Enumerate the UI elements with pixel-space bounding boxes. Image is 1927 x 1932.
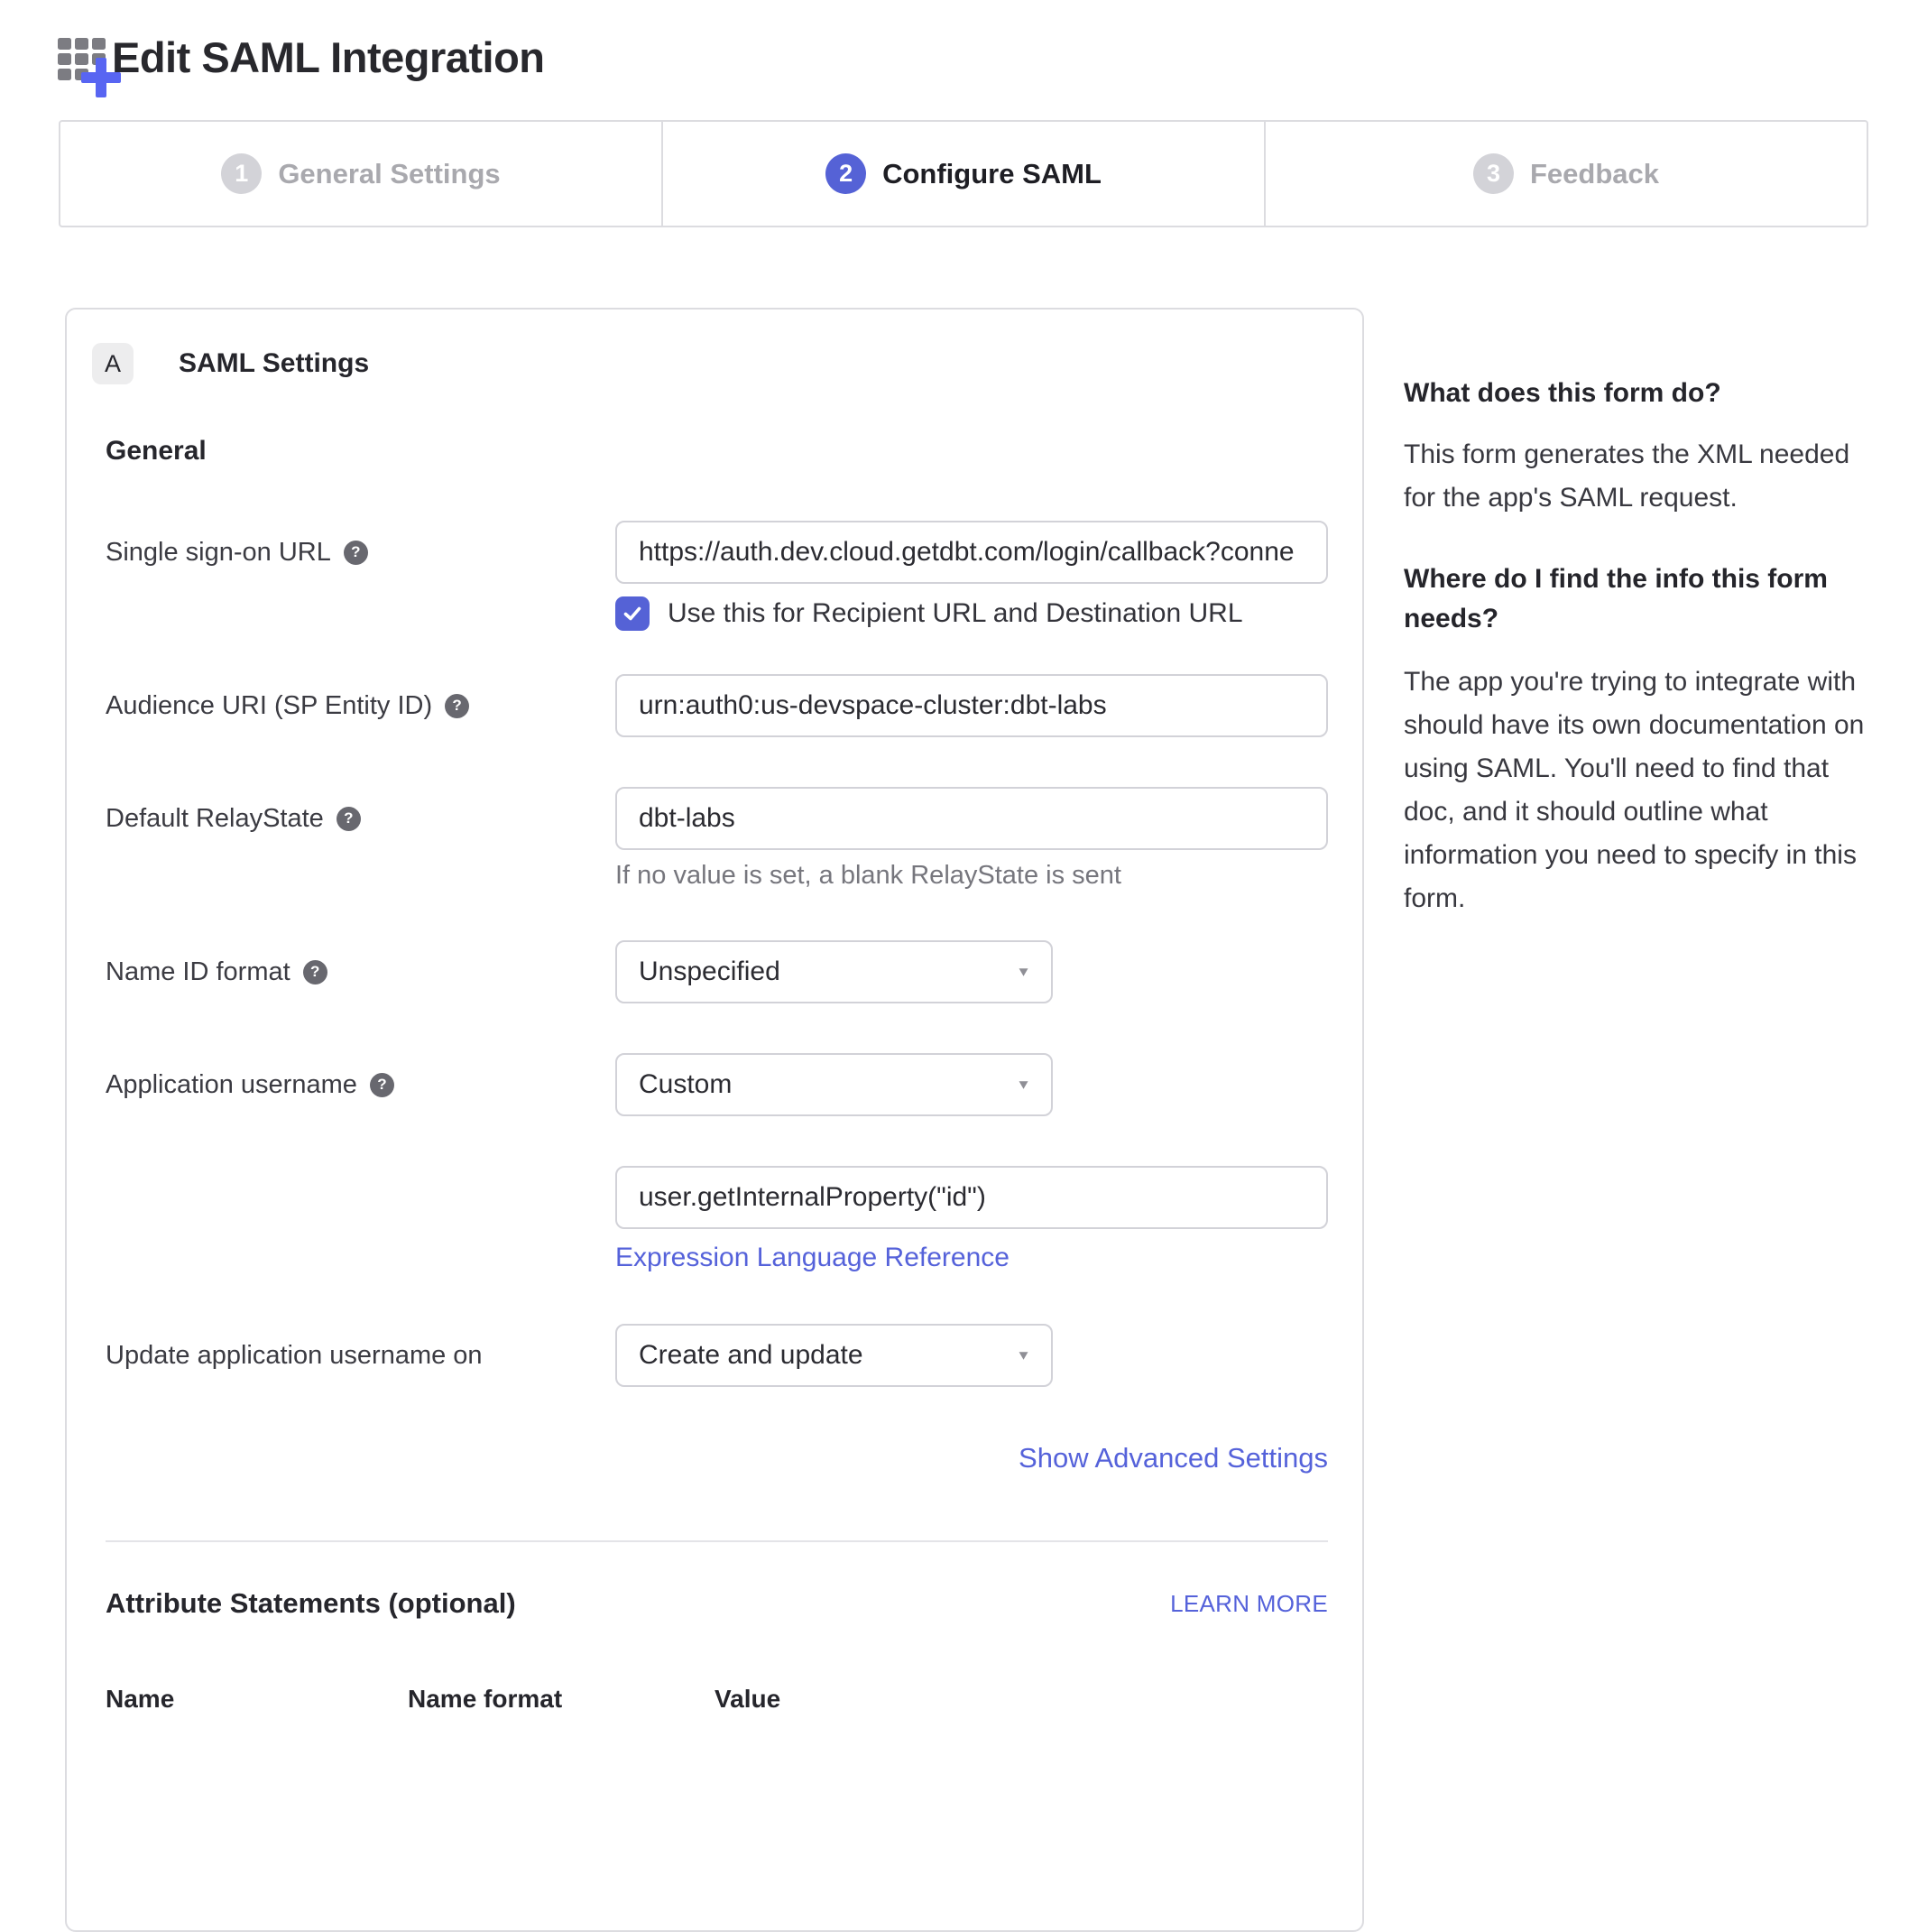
recipient-url-checkbox-label: Use this for Recipient URL and Destinati… xyxy=(668,598,1243,629)
show-advanced-settings-link[interactable]: Show Advanced Settings xyxy=(1019,1442,1328,1474)
sso-url-label-group: Single sign-on URL ? xyxy=(106,538,368,568)
section-title: SAML Settings xyxy=(179,348,369,379)
sso-url-label: Single sign-on URL xyxy=(106,538,331,568)
sidebar-answer-1: This form generates the XML needed for t… xyxy=(1404,433,1876,520)
step-label: Feedback xyxy=(1530,158,1659,190)
audience-uri-label: Audience URI (SP Entity ID) xyxy=(106,691,432,721)
relay-state-input[interactable] xyxy=(615,787,1328,850)
wizard-step-feedback[interactable]: 3 Feedback xyxy=(1264,122,1867,226)
column-header-value: Value xyxy=(715,1685,780,1714)
check-icon xyxy=(622,603,643,624)
wizard-step-general-settings[interactable]: 1 General Settings xyxy=(60,122,661,226)
chevron-down-icon: ▼ xyxy=(1016,1348,1031,1363)
section-divider xyxy=(106,1540,1328,1542)
update-username-row: Update application username on Create an… xyxy=(106,1324,1328,1387)
relay-state-label-group: Default RelayState ? xyxy=(106,804,361,834)
step-label: General Settings xyxy=(278,158,500,190)
column-header-name-format: Name format xyxy=(408,1685,562,1714)
recipient-url-checkbox-row: Use this for Recipient URL and Destinati… xyxy=(615,596,1243,631)
relay-state-label: Default RelayState xyxy=(106,804,324,834)
panel-header: A SAML Settings xyxy=(92,343,369,384)
advanced-settings-row: Show Advanced Settings xyxy=(106,1442,1328,1474)
custom-expression-row xyxy=(106,1166,1328,1229)
application-username-label-group: Application username ? xyxy=(106,1070,394,1100)
section-a-badge: A xyxy=(92,343,134,384)
general-heading: General xyxy=(106,436,207,467)
name-id-format-value: Unspecified xyxy=(639,957,780,987)
sso-url-input[interactable] xyxy=(615,521,1328,584)
step-number-badge: 1 xyxy=(221,153,262,194)
update-username-select[interactable]: Create and update ▼ xyxy=(615,1324,1053,1387)
expression-language-reference-link[interactable]: Expression Language Reference xyxy=(615,1243,1010,1273)
sidebar-question-1: What does this form do? xyxy=(1404,374,1876,413)
page-header: Edit SAML Integration xyxy=(58,31,545,83)
sidebar-answer-2: The app you're trying to integrate with … xyxy=(1404,661,1876,920)
attribute-statements-header: Attribute Statements (optional) LEARN MO… xyxy=(106,1587,1328,1620)
name-id-format-row: Name ID format ? Unspecified ▼ xyxy=(106,940,1328,1003)
audience-uri-input[interactable] xyxy=(615,674,1328,737)
wizard-step-configure-saml[interactable]: 2 Configure SAML xyxy=(661,122,1264,226)
update-username-label: Update application username on xyxy=(106,1341,483,1371)
help-icon[interactable]: ? xyxy=(370,1073,394,1097)
update-username-value: Create and update xyxy=(639,1340,863,1371)
recipient-url-checkbox[interactable] xyxy=(615,596,650,631)
chevron-down-icon: ▼ xyxy=(1016,1077,1031,1093)
audience-uri-row: Audience URI (SP Entity ID) ? xyxy=(106,674,1328,737)
help-sidebar: What does this form do? This form genera… xyxy=(1404,374,1876,920)
audience-uri-label-group: Audience URI (SP Entity ID) ? xyxy=(106,691,469,721)
application-username-select[interactable]: Custom ▼ xyxy=(615,1053,1053,1116)
plus-icon xyxy=(81,58,121,97)
update-username-label-group: Update application username on xyxy=(106,1341,483,1371)
page-title: Edit SAML Integration xyxy=(112,32,545,82)
help-icon[interactable]: ? xyxy=(445,694,469,718)
help-icon[interactable]: ? xyxy=(344,541,368,565)
step-wizard: 1 General Settings 2 Configure SAML 3 Fe… xyxy=(59,120,1868,227)
chevron-down-icon: ▼ xyxy=(1016,965,1031,980)
name-id-format-label-group: Name ID format ? xyxy=(106,957,327,987)
step-number-badge: 3 xyxy=(1473,153,1514,194)
saml-settings-panel: A SAML Settings General Single sign-on U… xyxy=(65,308,1364,1932)
step-label: Configure SAML xyxy=(882,158,1102,190)
attribute-statements-heading: Attribute Statements (optional) xyxy=(106,1587,516,1620)
name-id-format-select[interactable]: Unspecified ▼ xyxy=(615,940,1053,1003)
help-icon[interactable]: ? xyxy=(337,807,361,831)
name-id-format-label: Name ID format xyxy=(106,957,290,987)
column-header-name: Name xyxy=(106,1685,174,1714)
sidebar-question-2: Where do I find the info this form needs… xyxy=(1404,559,1876,639)
application-username-value: Custom xyxy=(639,1069,732,1100)
relay-state-row: Default RelayState ? xyxy=(106,787,1328,850)
grid-plus-icon xyxy=(58,31,110,83)
attribute-statements-column-headers: Name Name format Value xyxy=(106,1685,1328,1721)
sso-url-row: Single sign-on URL ? xyxy=(106,521,1328,584)
application-username-row: Application username ? Custom ▼ xyxy=(106,1053,1328,1116)
application-username-label: Application username xyxy=(106,1070,357,1100)
help-icon[interactable]: ? xyxy=(303,960,327,984)
relay-state-hint: If no value is set, a blank RelayState i… xyxy=(615,861,1121,891)
custom-expression-input[interactable] xyxy=(615,1166,1328,1229)
learn-more-link[interactable]: LEARN MORE xyxy=(1170,1590,1328,1618)
step-number-badge: 2 xyxy=(825,153,866,194)
